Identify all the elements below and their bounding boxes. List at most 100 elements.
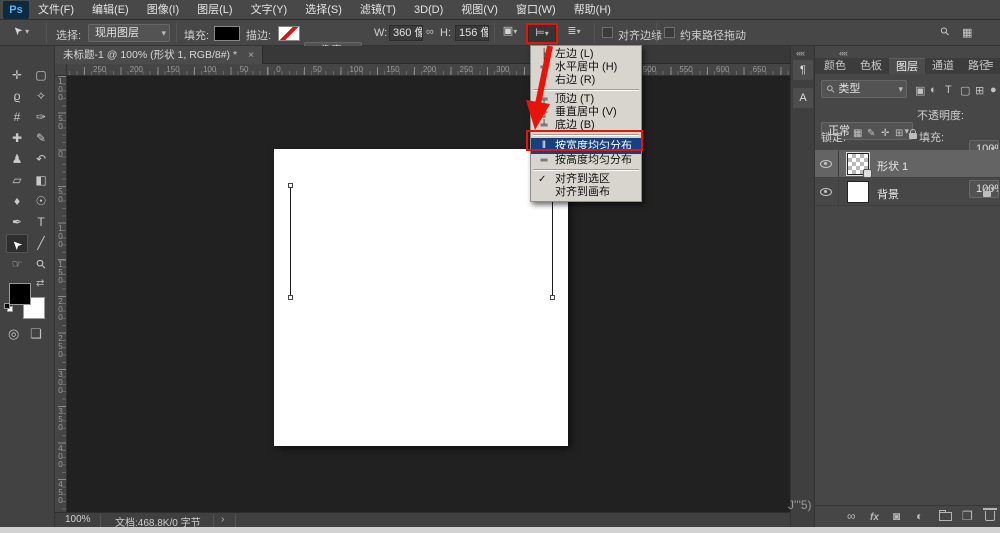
width-input[interactable]: 360 像素 xyxy=(389,25,423,41)
lock-all-icon[interactable] xyxy=(909,128,917,142)
menubar-item[interactable]: 编辑(E) xyxy=(83,0,138,20)
align-edges-checkbox[interactable] xyxy=(602,27,613,38)
menubar-item[interactable]: 窗口(W) xyxy=(507,0,565,20)
blur-tool[interactable]: ♦ xyxy=(6,192,28,211)
marquee-tool[interactable]: ▢ xyxy=(30,66,52,85)
menubar-item[interactable]: 文件(F) xyxy=(29,0,83,20)
panel-menu-icon[interactable]: ≡ xyxy=(987,59,993,71)
lock-pixels-icon[interactable]: ✎ xyxy=(867,128,875,139)
layer-row[interactable]: 形状 1 xyxy=(815,150,1000,178)
status-chevron-icon[interactable]: › xyxy=(221,514,224,525)
pen-tool[interactable]: ✒ xyxy=(6,213,28,232)
quick-selection-tool[interactable]: ✧ xyxy=(30,87,52,106)
panel-tab-色板[interactable]: 色板 xyxy=(853,58,889,74)
anchor-point[interactable] xyxy=(550,295,555,300)
visibility-cell[interactable] xyxy=(815,150,839,178)
type-tool[interactable]: T xyxy=(30,213,52,232)
workspace-icon[interactable]: ▦ xyxy=(962,26,972,39)
path-selection-tool[interactable]: ➤ xyxy=(6,234,28,253)
anchor-point[interactable] xyxy=(288,183,293,188)
filter-type-layers-icon[interactable]: T xyxy=(945,84,952,96)
collapse-dock-icon[interactable]: «« xyxy=(796,48,804,58)
layer-thumbnail[interactable] xyxy=(847,153,869,175)
document-tab[interactable]: 未标题-1 @ 100% (形状 1, RGB/8#) * × xyxy=(55,46,263,64)
menubar-item[interactable]: 文字(Y) xyxy=(242,0,297,20)
swap-colors-icon[interactable]: ⇄ xyxy=(36,278,44,289)
menubar-item[interactable]: 图层(L) xyxy=(188,0,241,20)
lock-position-icon[interactable]: ✛ xyxy=(881,128,889,139)
foreground-color-swatch[interactable] xyxy=(9,283,31,305)
filter-shape-layers-icon[interactable]: ▢ xyxy=(960,84,970,97)
menubar-item[interactable]: 3D(D) xyxy=(405,0,452,20)
lasso-tool[interactable]: ϱ xyxy=(6,87,28,106)
filter-smart-objects-icon[interactable]: ⊞ xyxy=(975,84,984,97)
ruler-corner[interactable] xyxy=(55,64,67,76)
tool-preset-button[interactable]: ➤ ▾ xyxy=(8,24,34,42)
shape-line-left[interactable] xyxy=(290,185,291,298)
eraser-tool[interactable]: ▱ xyxy=(6,171,28,190)
character-panel-button[interactable]: A xyxy=(793,88,813,108)
anchor-point[interactable] xyxy=(288,295,293,300)
search-icon[interactable]: ⚲ xyxy=(938,24,953,39)
quick-mask-button[interactable]: ◎ xyxy=(8,326,19,342)
menubar-item[interactable]: 帮助(H) xyxy=(565,0,620,20)
healing-brush-tool[interactable]: ✚ xyxy=(6,129,28,148)
move-tool[interactable]: ✛ xyxy=(6,66,28,85)
new-group-icon[interactable] xyxy=(939,509,952,524)
pasteboard[interactable] xyxy=(67,76,790,512)
layer-filter-dropdown[interactable]: ⚲ 类型 xyxy=(821,80,907,98)
align-menu-item[interactable]: ═按高度均匀分布 xyxy=(531,154,641,167)
dodge-tool[interactable]: ☉ xyxy=(30,192,52,211)
lock-transparency-icon[interactable]: ▦ xyxy=(853,128,862,139)
filter-adjustment-layers-icon[interactable]: ◐ xyxy=(930,84,937,96)
crop-tool[interactable]: # xyxy=(6,108,28,127)
visibility-cell[interactable] xyxy=(815,178,839,206)
fill-color-swatch[interactable] xyxy=(214,26,240,41)
add-layer-mask-icon[interactable]: ◙ xyxy=(893,509,900,523)
align-menu-item[interactable]: 对齐到画布 xyxy=(531,186,641,199)
panel-tab-图层[interactable]: 图层 xyxy=(889,58,925,74)
brush-tool[interactable]: ✎ xyxy=(30,129,52,148)
eye-icon[interactable] xyxy=(820,188,832,196)
new-adjustment-layer-icon[interactable]: ◐ xyxy=(916,509,923,523)
gradient-tool[interactable]: ◧ xyxy=(30,171,52,190)
link-layers-icon[interactable]: ∞ xyxy=(847,509,856,523)
layer-style-icon[interactable]: fx xyxy=(870,512,879,523)
eyedropper-tool[interactable]: ✑ xyxy=(30,108,52,127)
stroke-color-swatch[interactable] xyxy=(278,26,300,41)
new-layer-icon[interactable]: ❐ xyxy=(962,509,973,523)
constrain-path-checkbox[interactable] xyxy=(664,27,675,38)
paragraph-panel-button[interactable]: ¶ xyxy=(793,60,813,80)
link-wh-icon[interactable]: ∞ xyxy=(426,26,434,38)
screen-mode-button[interactable]: ❏ xyxy=(30,326,42,342)
path-arrange-button[interactable]: ≣▾ xyxy=(562,24,586,37)
lock-artboard-icon[interactable]: ⊞ xyxy=(895,128,903,139)
shape-tool[interactable]: ╱ xyxy=(30,234,52,253)
panel-tab-通道[interactable]: 通道 xyxy=(925,58,961,74)
zoom-tool[interactable]: ⚲ xyxy=(30,255,52,274)
collapse-panel-icon[interactable]: «« xyxy=(839,48,847,58)
filter-toggle-icon[interactable]: ● xyxy=(990,84,997,96)
vertical-ruler[interactable]: 10050050100150200250300350400450 xyxy=(55,76,67,512)
menubar-item[interactable]: 视图(V) xyxy=(452,0,507,20)
horizontal-ruler[interactable]: 2502001501005005010015020025030035040045… xyxy=(67,64,790,76)
canvas[interactable] xyxy=(274,149,568,446)
zoom-level[interactable]: 100% xyxy=(65,514,91,525)
history-brush-tool[interactable]: ↶ xyxy=(30,150,52,169)
hand-tool[interactable]: ☞ xyxy=(6,255,28,274)
align-menu-item[interactable]: ✓对齐到选区 xyxy=(531,173,641,186)
eye-icon[interactable] xyxy=(820,160,832,168)
height-input[interactable]: 156 像素 xyxy=(455,25,489,41)
delete-layer-icon[interactable] xyxy=(985,509,995,524)
panel-tab-颜色[interactable]: 颜色 xyxy=(817,58,853,74)
clone-stamp-tool[interactable]: ♟ xyxy=(6,150,28,169)
layer-row[interactable]: 背景 xyxy=(815,178,1000,206)
menubar-item[interactable]: 滤镜(T) xyxy=(351,0,405,20)
tab-close-icon[interactable]: × xyxy=(248,49,254,61)
filter-pixel-layers-icon[interactable]: ▣ xyxy=(915,84,925,97)
layer-thumbnail[interactable] xyxy=(847,181,869,203)
path-operations-button[interactable]: ▣▾ xyxy=(500,24,520,37)
menubar-item[interactable]: 图像(I) xyxy=(138,0,188,20)
select-mode-dropdown[interactable]: 现用图层 xyxy=(88,24,170,42)
menubar-item[interactable]: 选择(S) xyxy=(296,0,351,20)
